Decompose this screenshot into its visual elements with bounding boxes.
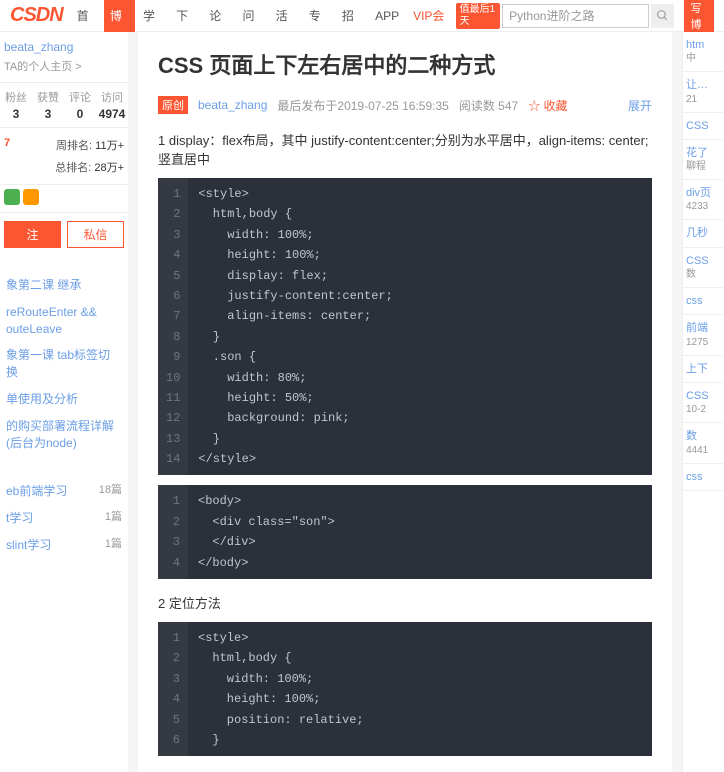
logo[interactable]: CSDN [10, 4, 63, 27]
nav-badge[interactable]: 值最后1天 [456, 3, 500, 29]
related-item[interactable]: 让…21 [683, 72, 724, 112]
follow-button[interactable]: 注 [4, 221, 61, 248]
related-item[interactable]: CSS10-2 [683, 383, 724, 423]
related-item[interactable]: 几秒 [683, 220, 724, 247]
article-meta: 原创 beata_zhang 最后发布于2019-07-25 16:59:35 … [158, 96, 652, 114]
top-nav: CSDN 首页 博客 学院 下载 论坛 问答 活动 专题 招聘 APP VIP会… [0, 0, 724, 32]
related-item[interactable]: CSS [683, 113, 724, 140]
related-item[interactable]: div页4233 [683, 180, 724, 220]
related-item[interactable]: 数4441 [683, 423, 724, 463]
rank-week-value: 11万+ [95, 140, 124, 152]
nav-qa[interactable]: 问答 [236, 0, 267, 32]
side-link[interactable]: reRouteEnter && outeLeave [4, 299, 124, 343]
related-articles: 象第二课 继承 reRouteEnter && outeLeave 象第一课 t… [0, 266, 128, 462]
stat-visits-value: 4974 [96, 107, 128, 121]
expand-button[interactable]: 展开 [628, 97, 652, 114]
side-link[interactable]: t学习1篇 [4, 505, 124, 532]
stat-fans-value: 3 [0, 107, 32, 121]
nav-activity[interactable]: 活动 [270, 0, 301, 32]
message-button[interactable]: 私信 [67, 221, 124, 248]
article-date: 最后发布于2019-07-25 16:59:35 [277, 97, 448, 114]
section-heading: 2 定位方法 [158, 593, 652, 612]
nav-app[interactable]: APP [369, 0, 405, 32]
article-main: CSS 页面上下左右居中的二种方式 原创 beata_zhang 最后发布于20… [138, 32, 672, 772]
favorite-button[interactable]: ☆ 收藏 [528, 97, 567, 114]
related-item[interactable]: htm中 [683, 32, 724, 72]
code-block: 1234567891011121314 <style> html,body { … [158, 178, 652, 475]
badges-row [0, 184, 128, 212]
author-home-link[interactable]: TA的个人主页 > [4, 58, 124, 74]
stat-fans-label: 粉丝 [0, 89, 32, 105]
author-name[interactable]: beata_zhang [4, 40, 124, 54]
side-link[interactable]: 的购买部署流程详解(后台为node) [4, 413, 124, 457]
search-icon [656, 9, 669, 22]
article-author[interactable]: beata_zhang [198, 98, 267, 112]
nav-topic[interactable]: 专题 [303, 0, 334, 32]
stat-comments-value: 0 [64, 107, 96, 121]
related-item[interactable]: 花了聊程 [683, 140, 724, 180]
related-item[interactable]: 上下 [683, 356, 724, 383]
related-item[interactable]: 前端1275 [683, 315, 724, 355]
search-button[interactable] [651, 4, 675, 28]
search-input[interactable]: Python进阶之路 [502, 4, 648, 28]
original-tag: 原创 [158, 96, 188, 114]
stat-visits-label: 访问 [96, 89, 128, 105]
side-link[interactable]: 象第二课 继承 [4, 272, 124, 299]
related-item[interactable]: css [683, 464, 724, 491]
code-block: 123456 <style> html,body { width: 100%; … [158, 622, 652, 756]
section-heading: 1 display：flex布局，其中 justify-content:cent… [158, 130, 652, 168]
rank-total-value: 28万+ [94, 162, 124, 174]
rank-week-label: 周排名: [56, 140, 92, 152]
related-item[interactable]: css [683, 288, 724, 315]
author-stats: 粉丝3 获赞3 评论0 访问4974 [0, 82, 128, 127]
sidebar-left: beata_zhang TA的个人主页 > 粉丝3 获赞3 评论0 访问4974… [0, 32, 128, 772]
write-blog-button[interactable]: 写博 [684, 0, 714, 34]
side-link[interactable]: 象第一课 tab标签切换 [4, 342, 124, 386]
related-item[interactable]: CSS数 [683, 248, 724, 288]
rank-total-label: 总排名: [55, 162, 91, 174]
sidebar-right: htm中让…21CSS花了聊程div页4233几秒CSS数css前端1275上下… [682, 32, 724, 772]
nav-forum[interactable]: 论坛 [203, 0, 234, 32]
article-reads: 阅读数 547 [459, 97, 518, 114]
categories: eb前端学习18篇 t学习1篇 slint学习1篇 [0, 472, 128, 564]
side-link[interactable]: slint学习1篇 [4, 532, 124, 559]
nav-academy[interactable]: 学院 [137, 0, 168, 32]
badge-icon [23, 189, 39, 205]
badge-icon [4, 189, 20, 205]
side-link[interactable]: 单使用及分析 [4, 386, 124, 413]
stat-likes-value: 3 [32, 107, 64, 121]
stat-comments-label: 评论 [64, 89, 96, 105]
nav-blog[interactable]: 博客 [104, 0, 135, 32]
stat-likes-label: 获赞 [32, 89, 64, 105]
side-link[interactable]: eb前端学习18篇 [4, 478, 124, 505]
nav-download[interactable]: 下载 [170, 0, 201, 32]
nav-jobs[interactable]: 招聘 [336, 0, 367, 32]
nav-home[interactable]: 首页 [71, 0, 102, 32]
nav-vip[interactable]: VIP会员 [407, 0, 454, 32]
article-title: CSS 页面上下左右居中的二种方式 [158, 48, 652, 80]
